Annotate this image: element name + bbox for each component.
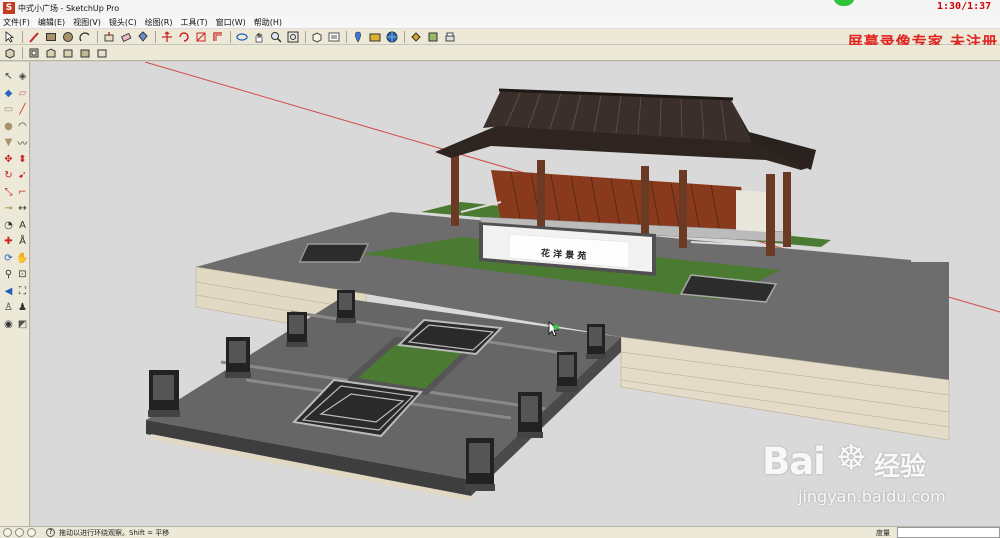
menu-view[interactable]: 视图(V) (70, 17, 106, 28)
dimension-icon[interactable]: ↔ (16, 202, 29, 215)
iso-view-icon[interactable] (2, 46, 17, 60)
3d-text-icon[interactable]: Å (16, 235, 29, 248)
eraser-icon[interactable] (118, 30, 133, 44)
arc-icon[interactable]: ◠ (16, 120, 29, 133)
follow-me-icon[interactable]: ➹ (16, 169, 29, 182)
walk-icon[interactable]: ♟ (16, 301, 29, 314)
position-camera-icon[interactable]: ♙ (2, 301, 15, 314)
push-pull-icon[interactable] (101, 30, 116, 44)
circle-icon[interactable] (60, 30, 75, 44)
menu-bar: 文件(F) 编辑(E) 视图(V) 镜头(C) 绘图(R) 工具(T) 窗口(W… (0, 16, 1000, 29)
baidu-watermark: Bai ☸ 经验 jingyan.baidu.com (762, 438, 952, 510)
record-indicator (833, 0, 855, 6)
freehand-icon[interactable]: 〰 (16, 136, 29, 150)
left-view-icon[interactable] (94, 46, 109, 60)
front-view-icon[interactable] (43, 46, 58, 60)
outliner-icon[interactable] (326, 30, 341, 44)
status-hint: 拖动以进行环绕观察。Shift = 平移 (59, 528, 170, 537)
measurements-input[interactable] (897, 527, 1000, 538)
orbit-icon[interactable]: ⟳ (2, 252, 15, 265)
warehouse-icon[interactable] (384, 30, 399, 44)
pan-icon[interactable] (251, 30, 266, 44)
help-icon[interactable]: ? (46, 528, 55, 537)
offset-icon[interactable] (210, 30, 225, 44)
menu-camera[interactable]: 镜头(C) (106, 17, 142, 28)
paint-bucket-icon[interactable] (135, 30, 150, 44)
make-component-icon[interactable]: ◈ (16, 70, 29, 83)
share-model-icon[interactable] (408, 30, 423, 44)
menu-file[interactable]: 文件(F) (0, 17, 35, 28)
zoom-icon[interactable]: ⚲ (2, 268, 15, 281)
paint-bucket-icon[interactable]: ◆ (2, 87, 15, 100)
views-toolbar (0, 45, 1000, 61)
menu-window[interactable]: 窗口(W) (213, 17, 251, 28)
orbit-icon[interactable] (234, 30, 249, 44)
line-icon[interactable] (26, 30, 41, 44)
arc-icon[interactable] (77, 30, 92, 44)
component-icon[interactable] (309, 30, 324, 44)
pan-icon[interactable]: ✋ (16, 252, 29, 265)
right-view-icon[interactable] (60, 46, 75, 60)
tape-measure-icon[interactable]: ⊸ (2, 202, 15, 215)
zoom-window-icon[interactable]: ⊡ (16, 268, 29, 281)
rotate-icon[interactable] (176, 30, 191, 44)
rotate-icon[interactable]: ↻ (2, 169, 15, 182)
top-view-icon[interactable] (26, 46, 41, 60)
zoom-extents-icon[interactable]: ⛶ (16, 285, 29, 298)
menu-tools[interactable]: 工具(T) (178, 17, 213, 28)
photo-textures-icon[interactable] (367, 30, 382, 44)
scale-icon[interactable] (193, 30, 208, 44)
move-icon[interactable]: ✥ (2, 153, 15, 166)
geo-status-icon[interactable] (3, 528, 12, 537)
menu-draw[interactable]: 绘图(R) (142, 17, 178, 28)
scale-icon[interactable]: ⤡ (2, 186, 15, 199)
measurements-label: 度量 (876, 529, 890, 537)
left-toolbar: ↖ ◈ ◆ ▱ ▭ ╱ ● ◠ ▼ 〰 ✥ ⬍ ↻ ➹ ⤡ ⌐ ⊸ ↔ ◔ A ✚ Å ⟳ ✋ ⚲ ⊡ ◀ ⛶ ♙ ♟ ◉ ◩ (0, 62, 30, 526)
title-bar: S 中式小广场 - SketchUp Pro 1:30/1:37 (0, 0, 1000, 16)
select-icon[interactable]: ↖ (2, 70, 15, 83)
section-plane-icon[interactable]: ◩ (16, 318, 29, 331)
geo-location-icon[interactable] (350, 30, 365, 44)
rectangle-icon[interactable]: ▭ (2, 103, 15, 116)
circle-icon[interactable]: ● (2, 120, 15, 133)
print-icon[interactable] (442, 30, 457, 44)
recording-clock: 1:30/1:37 (937, 1, 992, 12)
look-around-icon[interactable]: ◉ (2, 318, 15, 331)
protractor-icon[interactable]: ◔ (2, 219, 15, 232)
previous-view-icon[interactable]: ◀ (2, 285, 15, 298)
text-icon[interactable]: A (16, 219, 29, 232)
sketchup-icon: S (3, 2, 15, 14)
select-icon[interactable] (2, 30, 17, 44)
push-pull-icon[interactable]: ⬍ (16, 153, 29, 166)
back-view-icon[interactable] (77, 46, 92, 60)
window-title: 中式小广场 - SketchUp Pro (18, 3, 120, 13)
line-icon[interactable]: ╱ (16, 103, 29, 116)
menu-help[interactable]: 帮助(H) (251, 17, 287, 28)
eraser-icon[interactable]: ▱ (16, 87, 29, 100)
polygon-icon[interactable]: ▼ (2, 136, 15, 149)
baidu-url: jingyan.baidu.com (798, 487, 946, 506)
zoom-extents-icon[interactable] (285, 30, 300, 44)
baidu-paw-icon: ☸ (836, 438, 867, 478)
rectangle-icon[interactable] (43, 30, 58, 44)
move-icon[interactable] (159, 30, 174, 44)
extension-icon[interactable] (425, 30, 440, 44)
zoom-icon[interactable] (268, 30, 283, 44)
main-toolbar: 屏幕录像专家 未注册 (0, 29, 1000, 51)
menu-edit[interactable]: 编辑(E) (35, 17, 70, 28)
credits-status-icon[interactable] (15, 528, 24, 537)
baidu-brand: 经验 (874, 452, 927, 482)
axes-icon[interactable]: ✚ (2, 235, 15, 248)
status-bar: ? 拖动以进行环绕观察。Shift = 平移 度量 (0, 526, 1000, 538)
user-status-icon[interactable] (27, 528, 36, 537)
offset-icon[interactable]: ⌐ (16, 186, 29, 199)
upper-pattern-tile-left (298, 243, 370, 263)
baidu-logo: Bai (762, 440, 826, 483)
